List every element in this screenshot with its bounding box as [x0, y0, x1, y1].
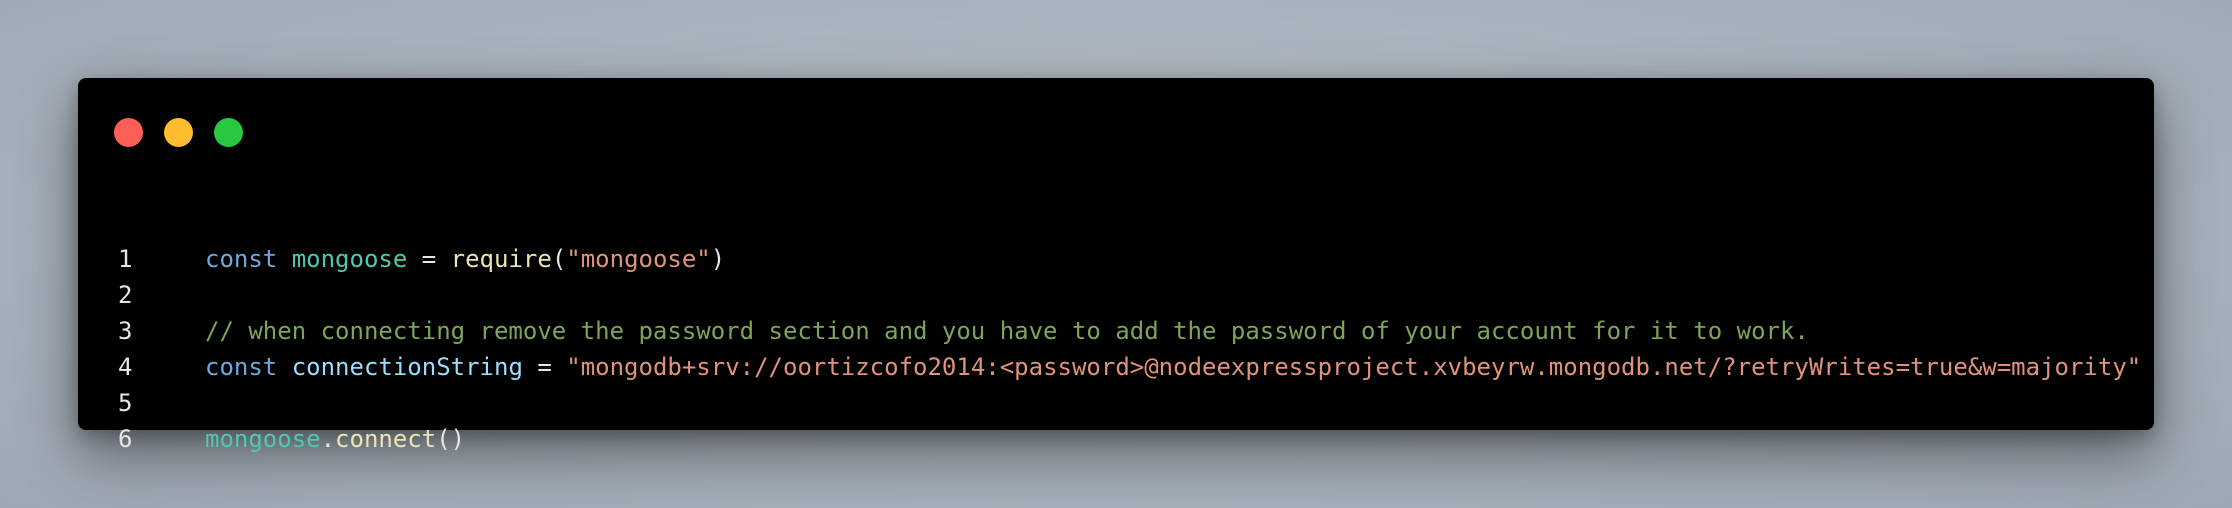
token-variable: mongoose [205, 425, 321, 453]
line-number: 4 [118, 353, 133, 381]
token-variable: mongoose [291, 245, 408, 273]
code-line: 3 // when connecting remove the password … [118, 313, 2134, 349]
code-line: 6 mongoose.connect() [118, 421, 2134, 457]
code-line: 5 [118, 385, 2134, 421]
token-identifier: connectionString [291, 353, 523, 381]
token-keyword: const [205, 245, 278, 273]
line-number: 3 [118, 317, 133, 345]
zoom-button[interactable] [214, 118, 243, 147]
token-punctuation: ( [551, 245, 567, 273]
token-keyword: const [205, 353, 278, 381]
token-function: connect [335, 425, 437, 453]
window-controls [114, 118, 243, 147]
line-number: 5 [118, 389, 133, 417]
token-comment: // when connecting remove the password s… [205, 317, 1809, 345]
token-punctuation: () [436, 425, 466, 453]
line-content: const connectionString = "mongodb+srv://… [205, 349, 2141, 385]
token-punctuation [277, 353, 291, 381]
token-punctuation [277, 245, 291, 273]
line-content: mongoose.connect() [205, 421, 465, 457]
token-punctuation: . [320, 425, 336, 453]
code-line: 1 const mongoose = require("mongoose") [118, 241, 2134, 277]
token-function: require [450, 245, 552, 273]
line-content: // when connecting remove the password s… [205, 313, 1809, 349]
code-line: 2 [118, 277, 2134, 313]
code-window: 1 const mongoose = require("mongoose") 2 3 /… [78, 78, 2154, 453]
token-string: "mongoose" [566, 245, 711, 273]
line-number: 1 [118, 245, 133, 273]
token-punctuation: = [407, 245, 451, 273]
line-number: 6 [118, 425, 133, 453]
line-number: 2 [118, 281, 133, 309]
line-content: const mongoose = require("mongoose") [205, 241, 725, 277]
minimize-button[interactable] [164, 118, 193, 147]
code-block: 1 const mongoose = require("mongoose") 2 3 /… [118, 241, 2141, 457]
token-punctuation: = [522, 353, 567, 381]
token-string: "mongodb+srv://oortizcofo2014:<password>… [566, 353, 2142, 381]
token-punctuation: ) [710, 245, 726, 273]
close-button[interactable] [114, 118, 143, 147]
code-line: 4 const connectionString = "mongodb+srv:/… [118, 349, 2141, 385]
